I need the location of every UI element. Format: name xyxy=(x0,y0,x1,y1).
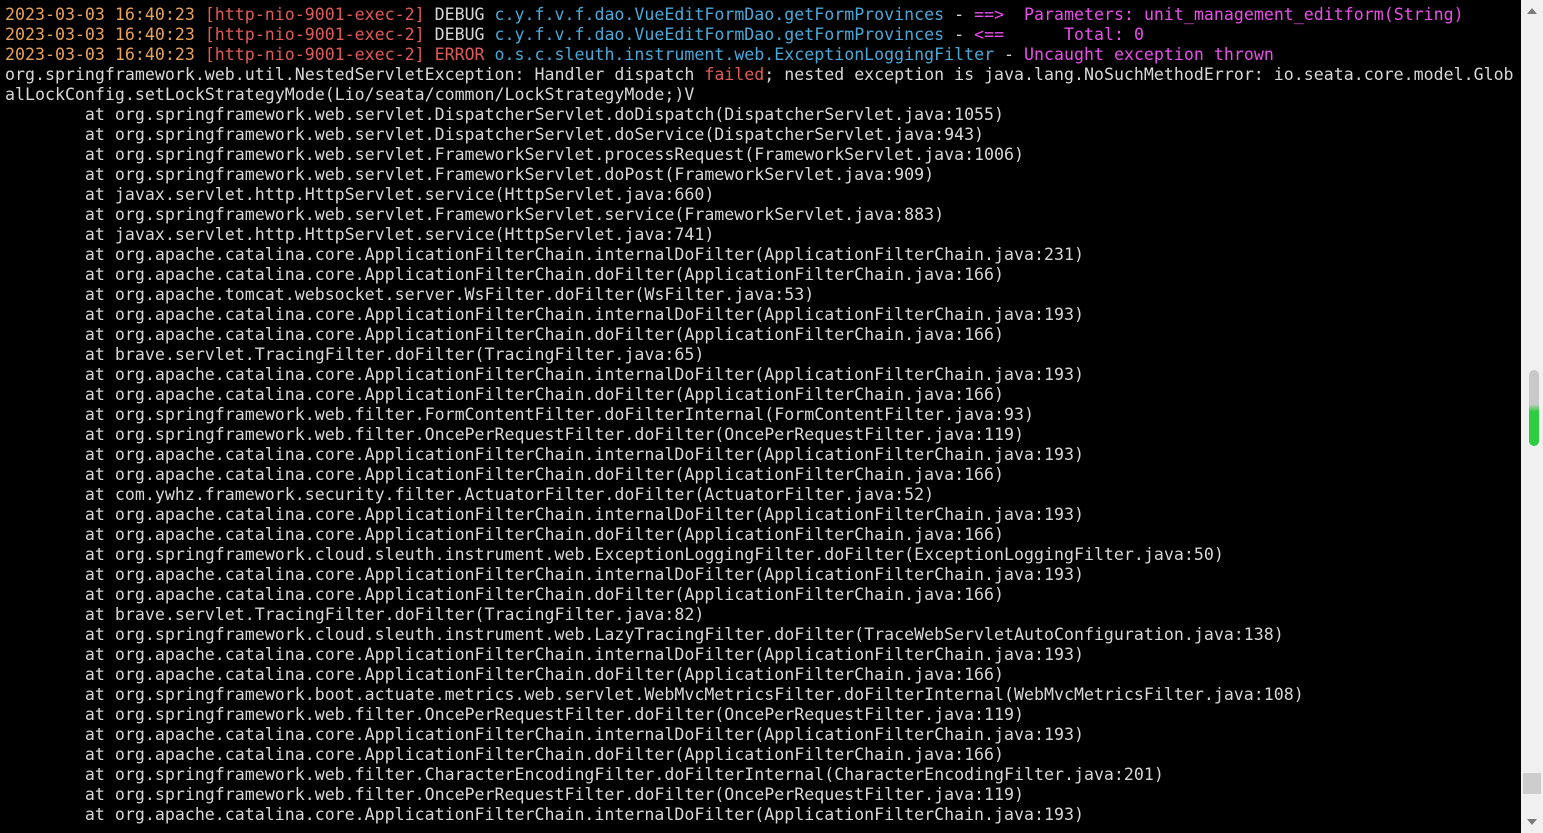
log-segment: DEBUG xyxy=(434,25,495,44)
log-segment: c.y.f.v.f.dao.VueEditFormDao.getFormProv… xyxy=(494,25,945,44)
log-segment: org.springframework.web.util.NestedServl… xyxy=(5,65,705,84)
scroll-thumb[interactable] xyxy=(1523,773,1541,794)
log-segment: c.y.f.v.f.dao.VueEditFormDao.getFormProv… xyxy=(494,5,945,24)
stack-frame-line: at com.ywhz.framework.security.filter.Ac… xyxy=(5,485,935,504)
log-segment: [http-nio-9001-exec-2] xyxy=(204,45,435,64)
log-segment: 2023-03-03 16:40:23 xyxy=(5,45,205,64)
stack-frame-line: at org.apache.catalina.core.ApplicationF… xyxy=(5,585,1005,604)
stack-frame-line: at org.springframework.web.filter.OncePe… xyxy=(5,705,1025,724)
stack-frame-line: at org.springframework.web.servlet.Frame… xyxy=(5,205,945,224)
stack-frame-line: at org.springframework.web.filter.Charac… xyxy=(5,765,1164,784)
stack-frame-line: at org.springframework.web.servlet.Frame… xyxy=(5,165,935,184)
stack-frame-line: at org.apache.catalina.core.ApplicationF… xyxy=(5,565,1084,584)
log-segment: ; nested exception is java.lang.NoSuchMe… xyxy=(764,65,1514,84)
terminal-output[interactable]: 2023-03-03 16:40:23 [http-nio-9001-exec-… xyxy=(0,0,1521,833)
log-segment: [http-nio-9001-exec-2] xyxy=(204,25,435,44)
stack-frame-line: at javax.servlet.http.HttpServlet.servic… xyxy=(5,225,715,244)
log-line: 2023-03-03 16:40:23 [http-nio-9001-exec-… xyxy=(5,45,1521,65)
stack-frame-line: at org.apache.catalina.core.ApplicationF… xyxy=(5,265,1005,284)
log-line: 2023-03-03 16:40:23 [http-nio-9001-exec-… xyxy=(5,5,1521,25)
stack-frame-line: at org.apache.catalina.core.ApplicationF… xyxy=(5,645,1084,664)
stack-frame-line: at org.apache.catalina.core.ApplicationF… xyxy=(5,325,1005,344)
stack-frame-line: at org.springframework.web.servlet.Frame… xyxy=(5,145,1025,164)
log-segment: - xyxy=(944,5,975,24)
log-segment: 2023-03-03 16:40:23 xyxy=(5,25,205,44)
log-segment: 2023-03-03 16:40:23 xyxy=(5,5,205,24)
stack-frame-line: at org.springframework.boot.actuate.metr… xyxy=(5,685,1304,704)
arrow-down-icon xyxy=(1527,819,1537,825)
stack-frame-line: at org.apache.catalina.core.ApplicationF… xyxy=(5,505,1084,524)
stack-frame-line: at org.springframework.web.servlet.Dispa… xyxy=(5,105,1005,124)
log-lines: 2023-03-03 16:40:23 [http-nio-9001-exec-… xyxy=(5,5,1521,825)
stack-frame-line: at brave.servlet.TracingFilter.doFilter(… xyxy=(5,345,705,364)
stack-frame-line: at org.apache.catalina.core.ApplicationF… xyxy=(5,525,1005,544)
stack-frame-line: at org.springframework.web.servlet.Dispa… xyxy=(5,125,985,144)
stack-frame-line: at org.apache.catalina.core.ApplicationF… xyxy=(5,245,1084,264)
stack-frame-line: at org.springframework.web.filter.OncePe… xyxy=(5,785,1025,804)
stack-frame-line: at org.apache.tomcat.websocket.server.Ws… xyxy=(5,285,815,304)
log-line: 2023-03-03 16:40:23 [http-nio-9001-exec-… xyxy=(5,25,1521,45)
scroll-position-indicator xyxy=(1529,370,1539,446)
log-segment: o.s.c.sleuth.instrument.web.ExceptionLog… xyxy=(494,45,995,64)
log-segment: Uncaught exception thrown xyxy=(1024,45,1274,64)
log-segment: DEBUG xyxy=(434,5,495,24)
stack-frame-line: at org.apache.catalina.core.ApplicationF… xyxy=(5,805,1084,824)
stack-frame-line: at org.springframework.web.filter.FormCo… xyxy=(5,405,1034,424)
log-segment: failed xyxy=(704,65,765,84)
log-line: org.springframework.web.util.NestedServl… xyxy=(5,65,1521,85)
stack-frame-line: at brave.servlet.TracingFilter.doFilter(… xyxy=(5,605,705,624)
stack-frame-line: at org.apache.catalina.core.ApplicationF… xyxy=(5,445,1084,464)
log-segment: alLockConfig.setLockStrategyMode(Lio/sea… xyxy=(5,85,695,104)
arrow-up-icon xyxy=(1527,8,1537,14)
stack-frame-line: at org.springframework.cloud.sleuth.inst… xyxy=(5,625,1284,644)
log-segment: - xyxy=(944,25,975,44)
log-line: alLockConfig.setLockStrategyMode(Lio/sea… xyxy=(5,85,1521,105)
log-segment: [http-nio-9001-exec-2] xyxy=(204,5,435,24)
stack-frame-line: at org.springframework.web.filter.OncePe… xyxy=(5,425,1025,444)
stack-frame-line: at org.apache.catalina.core.ApplicationF… xyxy=(5,465,1005,484)
stack-frame-line: at javax.servlet.http.HttpServlet.servic… xyxy=(5,185,715,204)
stack-frame-line: at org.apache.catalina.core.ApplicationF… xyxy=(5,365,1084,384)
stack-frame-line: at org.apache.catalina.core.ApplicationF… xyxy=(5,305,1084,324)
log-segment: ERROR xyxy=(434,45,495,64)
stack-frame-line: at org.apache.catalina.core.ApplicationF… xyxy=(5,745,1005,764)
scroll-down-button[interactable] xyxy=(1521,811,1543,833)
log-segment: - xyxy=(994,45,1025,64)
stack-frame-line: at org.apache.catalina.core.ApplicationF… xyxy=(5,385,1005,404)
stack-frame-line: at org.springframework.cloud.sleuth.inst… xyxy=(5,545,1224,564)
log-segment: ==> Parameters: unit_management_editform… xyxy=(974,5,1464,24)
log-segment: <== Total: 0 xyxy=(974,25,1144,44)
stack-frame-line: at org.apache.catalina.core.ApplicationF… xyxy=(5,725,1084,744)
stack-frame-line: at org.apache.catalina.core.ApplicationF… xyxy=(5,665,1005,684)
scroll-up-button[interactable] xyxy=(1521,0,1543,22)
